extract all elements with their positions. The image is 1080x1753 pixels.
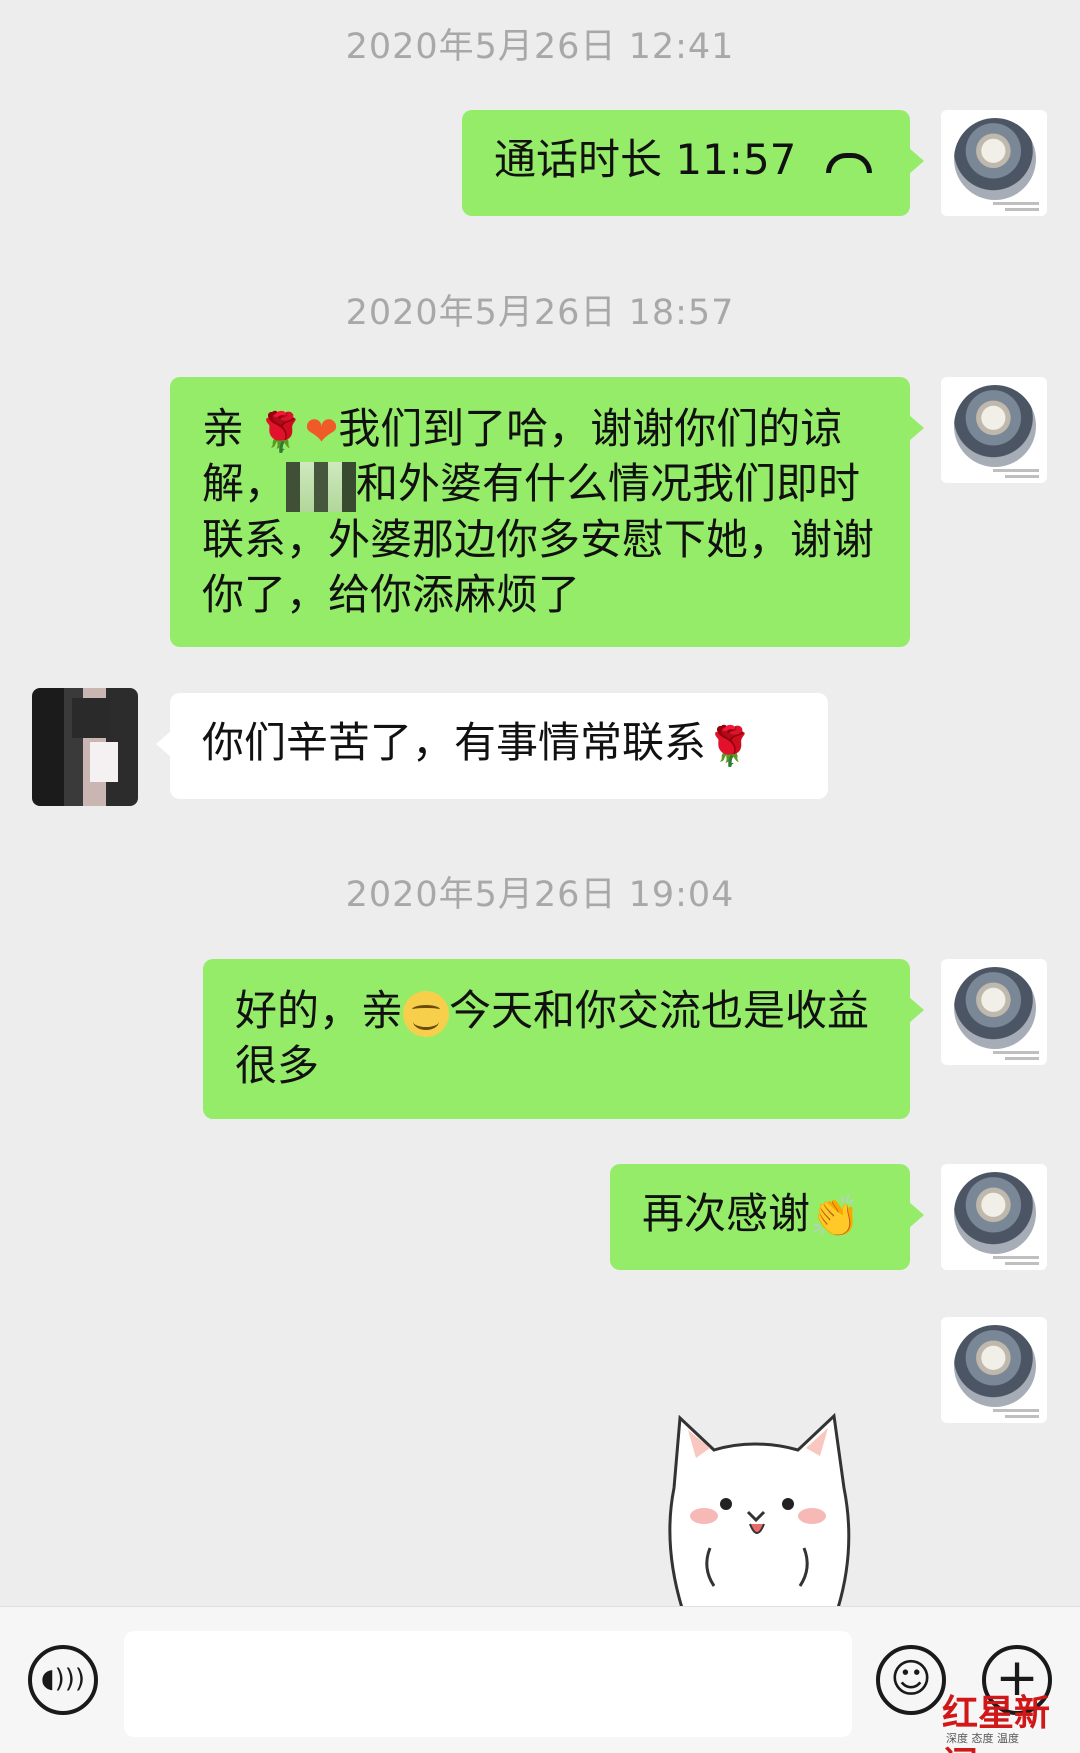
message-bubble[interactable]: 你们辛苦了，有事情常联系🌹 bbox=[156, 693, 828, 799]
voice-icon[interactable]: ◖))) bbox=[28, 1645, 98, 1715]
my-avatar[interactable] bbox=[941, 1317, 1047, 1423]
watermark-tagline: 深度 态度 温度 bbox=[946, 1732, 1019, 1745]
rose-emoji: 🌹 bbox=[257, 409, 305, 454]
contact-avatar[interactable] bbox=[32, 688, 138, 806]
message-text: 你们辛苦了，有事情常联系 bbox=[202, 718, 707, 767]
emoji-icon[interactable]: ☺ bbox=[876, 1645, 946, 1715]
cat-sticker[interactable] bbox=[652, 1408, 862, 1608]
my-avatar[interactable] bbox=[941, 959, 1047, 1065]
phone-hangup-icon bbox=[826, 152, 873, 173]
my-avatar[interactable] bbox=[941, 377, 1047, 483]
smile-emoji bbox=[403, 990, 450, 1037]
timestamp: 2020年5月26日 12:41 bbox=[345, 27, 735, 67]
my-avatar[interactable] bbox=[941, 110, 1047, 216]
rose-emoji: 🌹 bbox=[706, 723, 754, 768]
message-text: 再次感谢 bbox=[642, 1189, 811, 1238]
clap-hands-emoji: 👏 bbox=[810, 1193, 860, 1240]
call-record-bubble[interactable]: 通话时长 11:57 bbox=[462, 110, 924, 216]
message-bubble[interactable]: 亲 🌹❤我们到了哈，谢谢你们的谅解， 和外婆有什么情况我们即时联系，外婆那边你多安… bbox=[170, 377, 924, 647]
message-bubble[interactable]: 再次感谢👏 bbox=[610, 1164, 924, 1270]
call-duration-text: 通话时长 11:57 bbox=[494, 135, 797, 184]
message-input[interactable] bbox=[124, 1631, 852, 1737]
my-avatar[interactable] bbox=[941, 1164, 1047, 1270]
message-text: 好的，亲 bbox=[235, 986, 404, 1035]
heart-emoji: ❤ bbox=[304, 408, 339, 455]
message-text: 亲 bbox=[202, 404, 245, 453]
input-bar: ◖))) ☺ + bbox=[0, 1606, 1080, 1753]
redacted-name-image bbox=[286, 461, 357, 512]
timestamp: 2020年5月26日 19:04 bbox=[345, 875, 735, 915]
message-bubble[interactable]: 好的，亲 今天和你交流也是收益很多 bbox=[203, 959, 924, 1119]
timestamp: 2020年5月26日 18:57 bbox=[345, 293, 735, 333]
